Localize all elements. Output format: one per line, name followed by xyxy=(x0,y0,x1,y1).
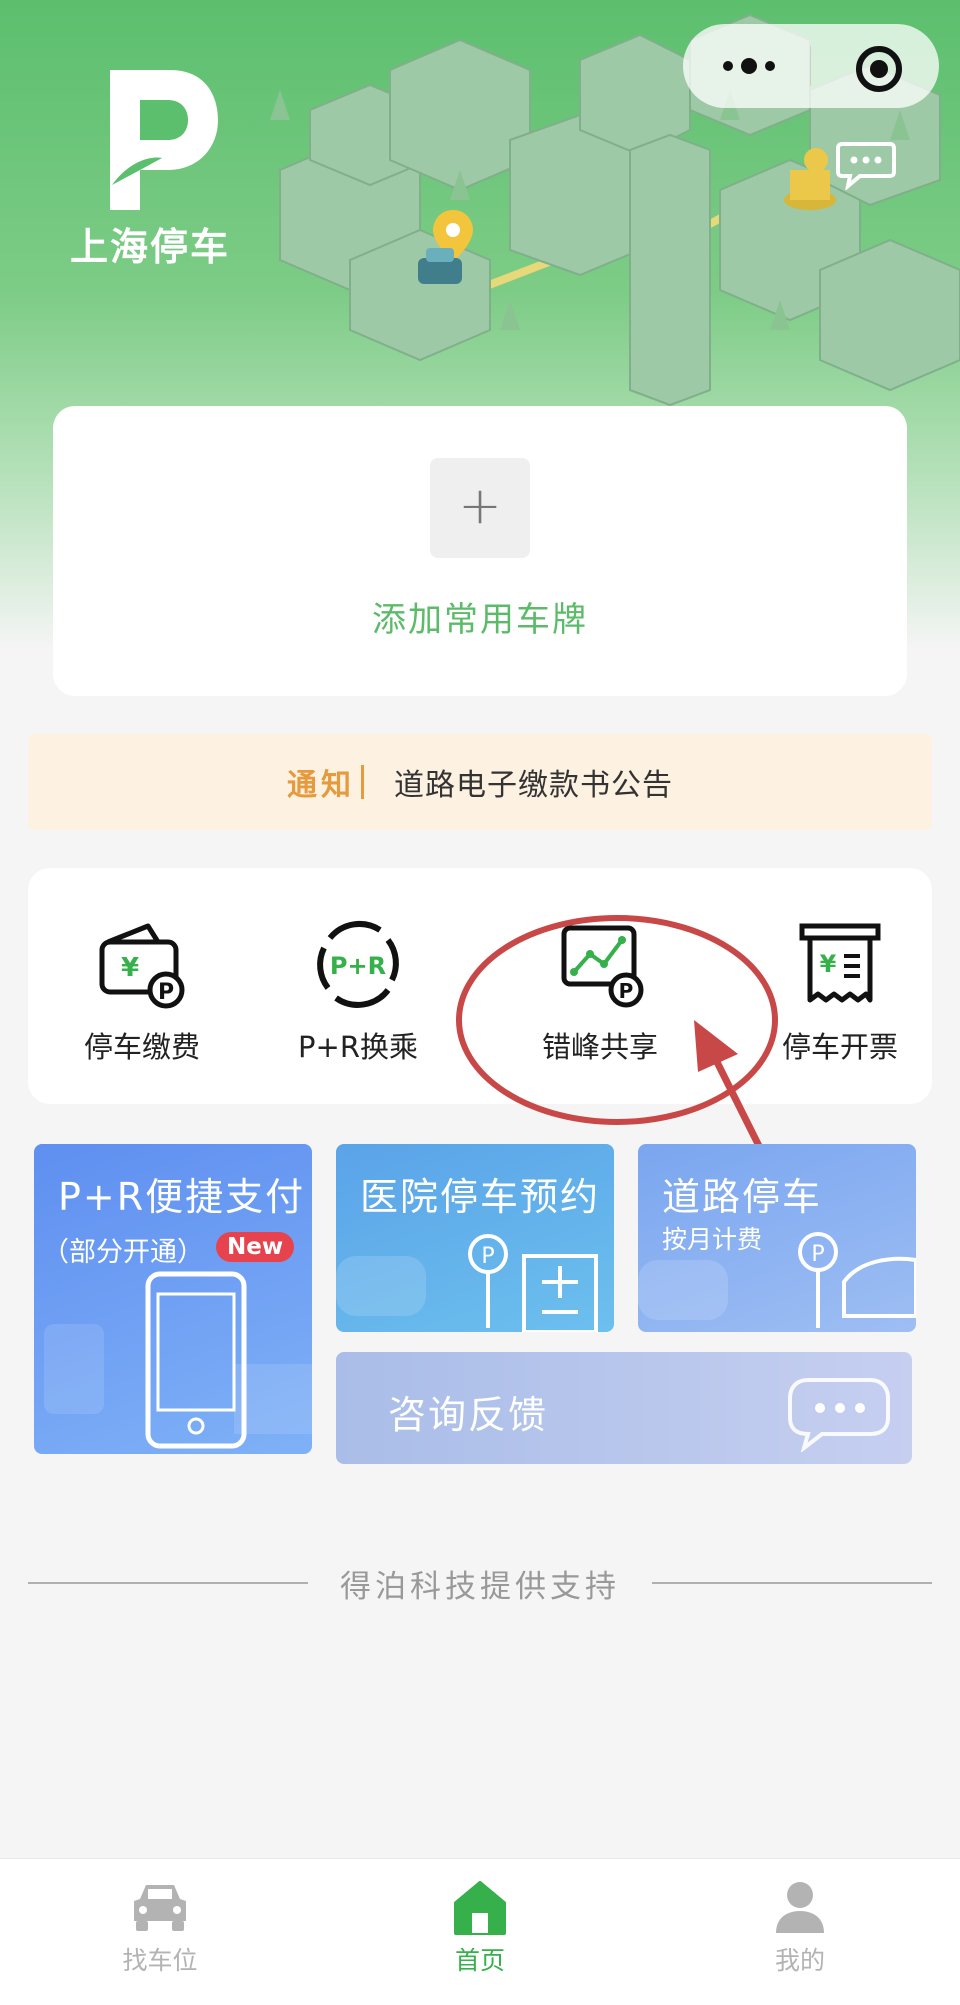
svg-text:P: P xyxy=(619,979,634,1003)
footer-divider-right xyxy=(652,1582,932,1584)
service-parking-invoice[interactable]: ¥ 停车开票 xyxy=(740,918,940,1066)
phone-illustration xyxy=(44,1271,312,1449)
footer-divider-left xyxy=(28,1582,308,1584)
svg-text:P: P xyxy=(811,1242,824,1267)
tab-label: 首页 xyxy=(454,1946,505,1975)
tile-hospital-booking[interactable]: P 医院停车预约 xyxy=(336,1144,614,1332)
chat-bubbles-icon xyxy=(788,1378,890,1452)
svg-text:P: P xyxy=(481,1244,494,1269)
notice-tag: 通知 xyxy=(287,768,355,803)
service-label: 停车缴费 xyxy=(83,1030,200,1064)
svg-text:¥: ¥ xyxy=(820,950,837,978)
service-park-and-ride[interactable]: P+R P+R换乘 xyxy=(258,918,458,1066)
tile-subtitle: （部分开通） xyxy=(42,1237,204,1268)
service-label: P+R换乘 xyxy=(298,1030,418,1064)
wallet-parking-icon: ¥ P xyxy=(99,923,185,1009)
svg-text:P: P xyxy=(158,980,174,1005)
message-icon[interactable] xyxy=(836,140,896,190)
tile-title: 道路停车 xyxy=(662,1175,823,1219)
add-plate-card[interactable]: + 添加常用车牌 xyxy=(53,406,907,696)
app-name: 上海停车 xyxy=(70,225,231,269)
bottom-tab-bar: 找车位 首页 我的 xyxy=(0,1858,960,2005)
tile-road-parking[interactable]: P 道路停车 按月计费 xyxy=(638,1144,916,1332)
service-grid: ¥ P 停车缴费 P+R P+R换乘 P 错峰共享 ¥ 停车开票 xyxy=(28,868,932,1104)
park-and-ride-icon: P+R xyxy=(317,921,399,1008)
home-icon xyxy=(454,1881,506,1935)
service-off-peak-sharing[interactable]: P 错峰共享 xyxy=(500,918,700,1066)
service-parking-payment[interactable]: ¥ P 停车缴费 xyxy=(42,918,242,1066)
add-plate-button[interactable]: + xyxy=(430,458,530,558)
add-plate-label[interactable]: 添加常用车牌 xyxy=(53,592,907,641)
tab-label: 我的 xyxy=(774,1946,825,1975)
mini-program-capsule xyxy=(683,24,939,108)
notice-text[interactable]: 道路电子缴款书公告 xyxy=(394,760,673,804)
tile-title: P+R便捷支付 xyxy=(58,1175,306,1219)
tab-home[interactable]: 首页 xyxy=(380,1879,580,1977)
notice-bar[interactable]: 通知 道路电子缴款书公告 xyxy=(28,734,932,830)
tile-title: 医院停车预约 xyxy=(360,1175,601,1219)
new-badge: New xyxy=(216,1232,295,1262)
car-icon xyxy=(134,1885,186,1931)
invoice-icon: ¥ xyxy=(799,923,881,1003)
hospital-parking-illustration: P xyxy=(336,1234,598,1332)
support-text: 得泊科技提供支持 xyxy=(340,1568,620,1605)
svg-text:¥: ¥ xyxy=(121,953,139,983)
tile-pr-pay[interactable]: P+R便捷支付 （部分开通） New xyxy=(34,1144,312,1454)
tab-find-parking[interactable]: 找车位 xyxy=(60,1879,260,1977)
app-logo: 上海停车 xyxy=(70,60,240,271)
tile-subtitle: 按月计费 xyxy=(662,1225,763,1254)
tile-title: 咨询反馈 xyxy=(388,1393,549,1437)
support-footer: 得泊科技提供支持 xyxy=(0,1558,960,1608)
service-label: 错峰共享 xyxy=(541,1030,658,1064)
service-label: 停车开票 xyxy=(781,1030,898,1064)
tab-label: 找车位 xyxy=(122,1946,198,1975)
close-target-icon[interactable] xyxy=(856,46,902,92)
capsule-divider xyxy=(810,46,811,86)
tab-mine[interactable]: 我的 xyxy=(700,1879,900,1977)
svg-text:P+R: P+R xyxy=(330,952,386,980)
logo-mark-icon xyxy=(110,70,218,210)
chart-parking-icon: P xyxy=(561,925,644,1008)
user-icon xyxy=(776,1882,824,1933)
more-options-icon[interactable] xyxy=(717,49,781,83)
notice-divider xyxy=(361,765,364,799)
tile-feedback[interactable]: 咨询反馈 xyxy=(336,1352,912,1464)
